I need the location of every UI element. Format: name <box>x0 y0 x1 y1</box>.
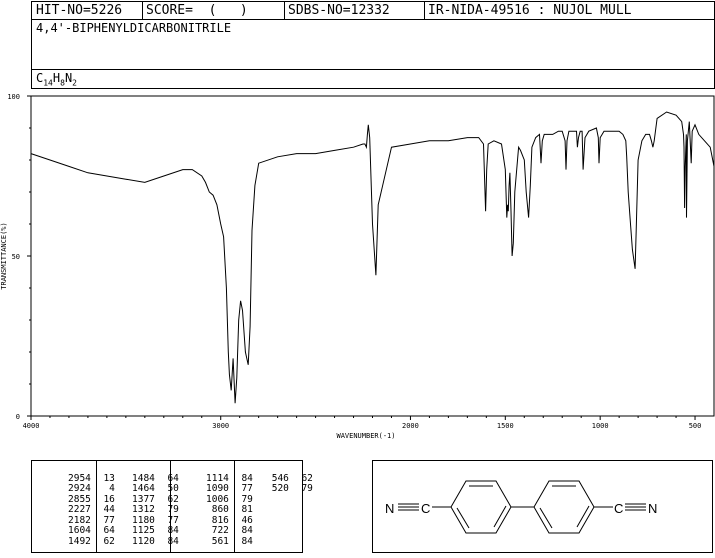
peak-wavenumber: 722 <box>211 525 229 536</box>
x-tick-label: 1000 <box>592 422 609 430</box>
ir-spectrum-chart: 4000 3000 2000 1500 1000 500 0 50 100 WAVENUMBER… <box>0 93 715 440</box>
y-tick-label: 0 <box>16 413 20 421</box>
peak-table: 2954 2924 2855 2227 2182 1604 1492 13 4 16 44 77 64 6… <box>31 460 313 553</box>
peak-wavenumber: 1125 <box>132 525 155 536</box>
left-benzene-ring <box>450 480 512 534</box>
hit-number: HIT-NO=5226 <box>36 3 123 18</box>
x-tick-label: 2000 <box>402 422 419 430</box>
peak-wavenumber: 561 <box>211 535 229 547</box>
left-carbon: C <box>421 501 430 516</box>
score: SCORE= ( ) <box>146 3 248 18</box>
header-bar: HIT-NO=5226 SCORE= ( ) SDBS-NO=12332 IR-… <box>31 1 715 20</box>
compound-name: 4,4'-BIPHENYLDICARBONITRILE <box>36 21 232 35</box>
left-nitrogen: N <box>385 501 394 516</box>
right-nitrogen: N <box>648 501 657 516</box>
peak-wavenumber: 1604 <box>68 525 91 536</box>
x-tick-label: 3000 <box>212 422 229 430</box>
peak-wavenumbers: 546 520 <box>259 473 289 495</box>
compound-name-box: 4,4'-BIPHENYLDICARBONITRILE <box>31 19 715 70</box>
peak-transmittance: 84 <box>241 525 253 536</box>
chemical-structure: N C C N <box>385 480 657 534</box>
right-carbon: C <box>614 501 623 516</box>
peak-wavenumbers: 2954 2924 2855 2227 2182 1604 1492 <box>57 473 91 548</box>
peak-wavenumber: 860 <box>211 504 229 515</box>
peak-transmittance: 84 <box>241 535 253 547</box>
y-tick-label: 50 <box>12 253 20 261</box>
y-axis-label: TRANSMITTANCE(%) <box>0 222 8 289</box>
right-benzene-ring <box>533 480 595 534</box>
peak-wavenumbers: 1114 1090 1006 860 816 722 561 <box>195 473 229 548</box>
peak-transmittance: 81 <box>241 504 253 515</box>
peak-wavenumber: 1312 <box>132 504 155 515</box>
peak-column-4: 546 520 62 79 <box>236 463 313 505</box>
peak-wavenumber: 520 <box>271 483 289 494</box>
peak-wavenumber: 1090 <box>206 483 229 494</box>
x-tick-label: 500 <box>689 422 702 430</box>
peak-transmittances: 62 79 <box>289 473 313 495</box>
x-tick-label: 4000 <box>23 422 40 430</box>
formula-box: C14H8N2 <box>31 69 715 89</box>
x-axis-label: WAVENUMBER(-1) <box>336 432 395 440</box>
structure-box: N C C N <box>372 460 713 553</box>
peak-wavenumber: 1120 <box>132 535 155 547</box>
y-tick-label: 100 <box>7 93 20 101</box>
peak-wavenumber: 2924 <box>68 483 91 494</box>
peak-transmittance: 79 <box>301 483 313 494</box>
peak-wavenumbers: 1484 1464 1377 1312 1180 1125 1120 <box>121 473 155 548</box>
peak-wavenumber: 2227 <box>68 504 91 515</box>
sdbs-number: SDBS-NO=12332 <box>288 3 390 18</box>
peak-column-2: 1484 1464 1377 1312 1180 1125 1120 64 50 62 79 77 84… <box>98 463 179 558</box>
spectrum-line <box>30 111 715 404</box>
x-tick-label: 1500 <box>497 422 514 430</box>
peak-wavenumber: 1464 <box>132 483 155 494</box>
ir-info: IR-NIDA-49516 : NUJOL MULL <box>428 3 632 18</box>
peak-wavenumber: 1492 <box>68 535 91 547</box>
plot-frame <box>30 95 715 417</box>
molecular-formula: C14H8N2 <box>36 71 77 88</box>
